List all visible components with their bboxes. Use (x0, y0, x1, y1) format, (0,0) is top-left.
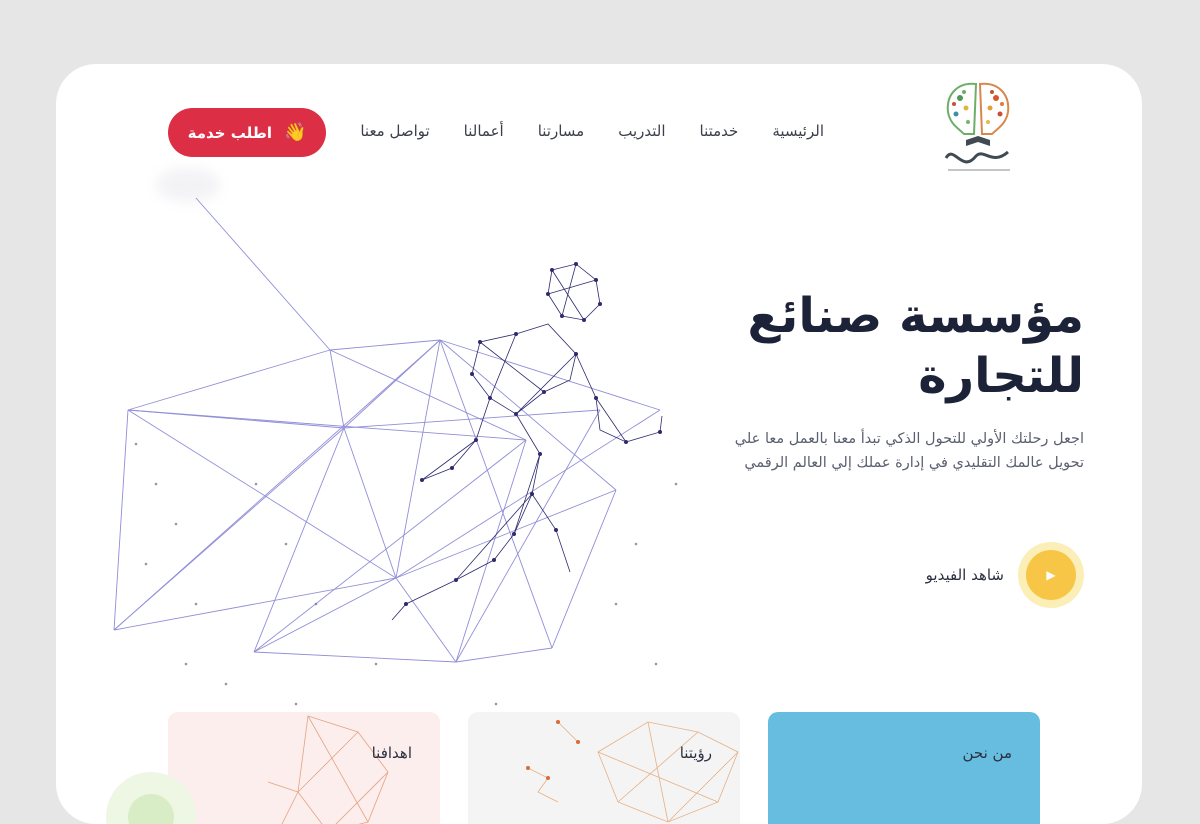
play-icon[interactable]: ▶ (1026, 550, 1076, 600)
decorative-green-inner (128, 794, 174, 824)
nav-item-home[interactable]: الرئيسية (772, 122, 824, 140)
hero-description: اجعل رحلتك الأولي للتحول الذكي تبدأ معنا… (664, 427, 1084, 475)
card-about-us[interactable]: من نحن (768, 712, 1040, 824)
waving-hand-icon: 👋 (283, 122, 307, 143)
vision-mesh-illustration (526, 720, 739, 823)
brand-logo[interactable] (936, 78, 1022, 188)
play-ring: ▶ (1018, 542, 1084, 608)
goals-mesh-illustration (267, 715, 389, 824)
page-frame: 👋 اطلب خدمة الرئيسية خدمتنا التدريب مسار… (56, 64, 1142, 824)
card-goals-label: اهدافنا (371, 744, 412, 762)
logo-head-left-icon (946, 82, 978, 135)
request-service-button[interactable]: 👋 اطلب خدمة (168, 108, 326, 157)
hero-desc-line1: اجعل رحلتك الأولي للتحول الذكي تبدأ معنا… (734, 431, 1084, 447)
nav-item-contact[interactable]: تواصل معنا (360, 122, 429, 140)
nav-item-services[interactable]: خدمتنا (700, 122, 739, 140)
nav-item-tracks[interactable]: مسارتنا (538, 122, 585, 140)
hero-title-line2: للتجارة (918, 348, 1084, 404)
nav-item-training[interactable]: التدريب (618, 122, 665, 140)
card-vision[interactable]: رؤيتنا (468, 712, 740, 824)
nav-item-works[interactable]: أعمالنا (464, 122, 504, 140)
card-vision-label: رؤيتنا (679, 744, 712, 762)
logo-book-icon (966, 136, 990, 146)
request-service-label: اطلب خدمة (187, 123, 272, 142)
card-goals[interactable]: اهدافنا (168, 712, 440, 824)
logo-head-right-icon (978, 82, 1010, 135)
watch-video-button[interactable]: ▶ شاهد الفيديو (926, 542, 1084, 608)
network-runner-illustration (113, 197, 678, 746)
hero-title-line1: مؤسسة صنائع (747, 288, 1085, 344)
watch-video-label: شاهد الفيديو (925, 566, 1004, 584)
card-about-us-label: من نحن (962, 744, 1013, 762)
hero-desc-line2: تحويل عالمك التقليدي في إدارة عملك إلي ا… (744, 455, 1084, 471)
main-nav: الرئيسية خدمتنا التدريب مسارتنا أعمالنا … (360, 122, 824, 140)
hero-title: مؤسسة صنائع للتجارة (704, 286, 1085, 406)
